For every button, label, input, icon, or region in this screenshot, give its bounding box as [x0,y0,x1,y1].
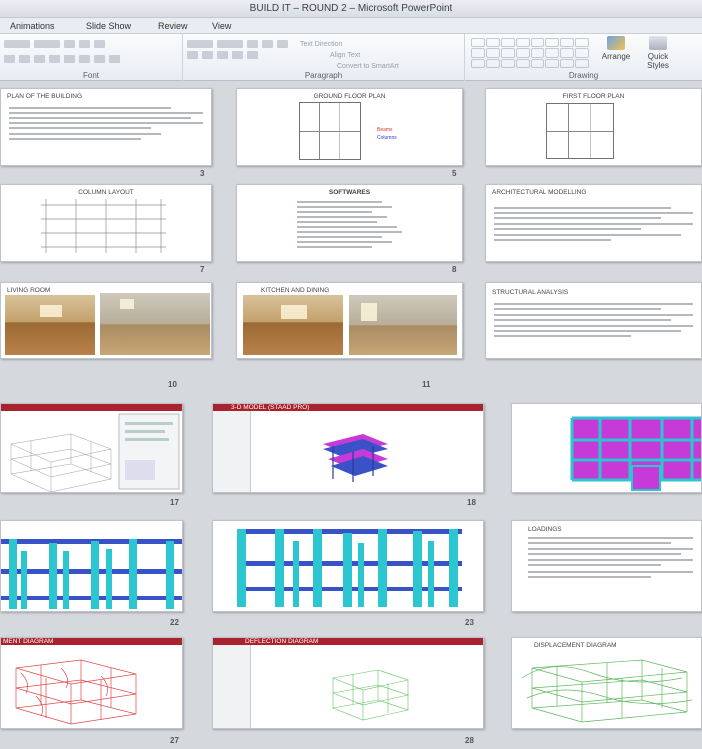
tab-review[interactable]: Review [158,21,188,31]
shapes-gallery[interactable] [471,38,589,68]
slide-thumbnail[interactable]: LOADINGS [511,520,702,612]
clear-format-icon[interactable] [94,40,105,48]
displacement-diagram-render [521,659,693,723]
align-right-icon[interactable] [217,51,228,59]
slide-number: 5 [452,169,457,178]
ribbon-tabs: Animations Slide Show Review View [0,18,702,34]
living-room-render [5,295,95,355]
slide-thumbnail[interactable]: COLUMN LAYOUT [0,184,212,262]
decrease-indent-icon[interactable] [247,40,258,48]
drawing-group: Arrange Quick Styles Drawing [465,34,702,81]
increase-indent-icon[interactable] [262,40,273,48]
slide-thumbnail[interactable]: PLAN OF THE BUILDING [0,88,212,166]
3d-model-render [323,434,388,482]
numbering-icon[interactable] [217,40,243,48]
slide-thumbnail[interactable] [212,520,484,612]
char-spacing-icon[interactable] [79,55,90,63]
paragraph-group-label: Paragraph [304,71,343,80]
change-case-icon[interactable] [94,55,105,63]
floor-plan-render [570,416,701,491]
slide-thumbnail[interactable] [511,403,702,493]
quick-styles-button[interactable]: Quick Styles [641,36,675,70]
slide-title: GROUND FLOOR PLAN [313,93,386,100]
slide-thumbnail[interactable]: FIRST FLOOR PLAN [485,88,702,166]
align-center-icon[interactable] [202,51,213,59]
shadow-icon[interactable] [64,55,75,63]
slide-thumbnail[interactable]: STRUCTURAL ANALYSIS [485,282,702,359]
slide-thumbnail[interactable] [0,403,183,493]
tab-view[interactable]: View [212,21,231,31]
italic-icon[interactable] [19,55,30,63]
slide-number: 17 [170,498,179,507]
slide-thumbnail[interactable]: GROUND FLOOR PLAN Beams Columns [236,88,463,166]
strikethrough-icon[interactable] [49,55,60,63]
font-group: Font [0,34,183,81]
font-group-label: Font [82,71,99,80]
slide-number: 11 [422,380,431,389]
window-title: BUILD IT – ROUND 2 – Microsoft PowerPoin… [0,0,702,18]
deflection-diagram-render [331,669,410,721]
slide-title: PLAN OF THE BUILDING [7,93,83,100]
slide-thumbnail[interactable]: KITCHEN AND DINING [236,282,463,359]
slide-title: KITCHEN AND DINING [261,287,330,294]
slide-title: ARCHITECTURAL MODELLING [492,189,587,196]
arrange-button[interactable]: Arrange [599,36,633,66]
drawing-group-label: Drawing [568,71,599,80]
legend-columns: Columns [377,135,397,141]
slide-number: 7 [200,265,205,274]
align-left-icon[interactable] [187,51,198,59]
slide-thumbnail[interactable] [0,520,183,612]
align-text-button[interactable]: Align Text [330,52,360,59]
font-size-box[interactable] [34,40,60,48]
slide-number: 8 [452,265,457,274]
ribbon: Font Text Direction Align Text Convert t… [0,34,702,81]
frame-elevation-render [1,539,182,609]
paragraph-group: Text Direction Align Text Convert to Sma… [183,34,465,81]
slide-thumbnail[interactable]: LIVING ROOM [0,282,212,359]
slide-number: 18 [467,498,476,507]
justify-icon[interactable] [232,51,243,59]
slide-number: 23 [465,618,474,627]
arrange-icon [607,36,625,50]
tab-slide-show[interactable]: Slide Show [86,21,131,31]
font-name-box[interactable] [4,40,30,48]
slide-title: SOFTWARES [328,189,371,196]
slide-thumbnail[interactable]: DEFLECTION DIAGRAM [212,637,484,729]
bold-icon[interactable] [4,55,15,63]
slide-sorter[interactable]: PLAN OF THE BUILDING 3 GROUND FLOOR PLAN… [0,81,702,749]
slide-number: 10 [168,380,177,389]
text-direction-button[interactable]: Text Direction [300,41,342,48]
grow-font-icon[interactable] [64,40,75,48]
shrink-font-icon[interactable] [79,40,90,48]
tab-animations[interactable]: Animations [10,21,55,31]
structure-wireframe [10,413,180,492]
font-color-icon[interactable] [109,55,120,63]
slide-thumbnail[interactable]: ARCHITECTURAL MODELLING [485,184,702,262]
line-spacing-icon[interactable] [277,40,288,48]
slide-number: 3 [200,169,205,178]
column-grid-drawing [41,199,166,253]
slide-thumbnail[interactable]: MENT DIAGRAM [0,637,183,729]
living-room-render [100,293,210,355]
slide-title: LIVING ROOM [7,287,51,294]
moment-diagram-render [15,659,137,725]
kitchen-render [243,295,343,355]
underline-icon[interactable] [34,55,45,63]
slide-number: 28 [465,736,474,745]
frame-3d-render [237,529,462,607]
legend-beams: Beams [377,127,393,133]
slide-thumbnail[interactable]: DISPLACEMENT DIAGRAM [511,637,702,729]
convert-smartart-button[interactable]: Convert to SmartArt [337,63,399,70]
bullets-icon[interactable] [187,40,213,48]
dining-render [349,295,457,355]
slide-title: LOADINGS [528,526,562,533]
slide-number: 22 [170,618,179,627]
slide-title: FIRST FLOOR PLAN [562,93,625,100]
columns-icon[interactable] [247,51,258,59]
slide-thumbnail[interactable]: SOFTWARES [236,184,463,262]
slide-thumbnail[interactable]: 3-D MODEL (STAAD PRO) [212,403,484,493]
slide-title: STRUCTURAL ANALYSIS [492,289,569,296]
quick-styles-icon [649,36,667,50]
slide-number: 27 [170,736,179,745]
